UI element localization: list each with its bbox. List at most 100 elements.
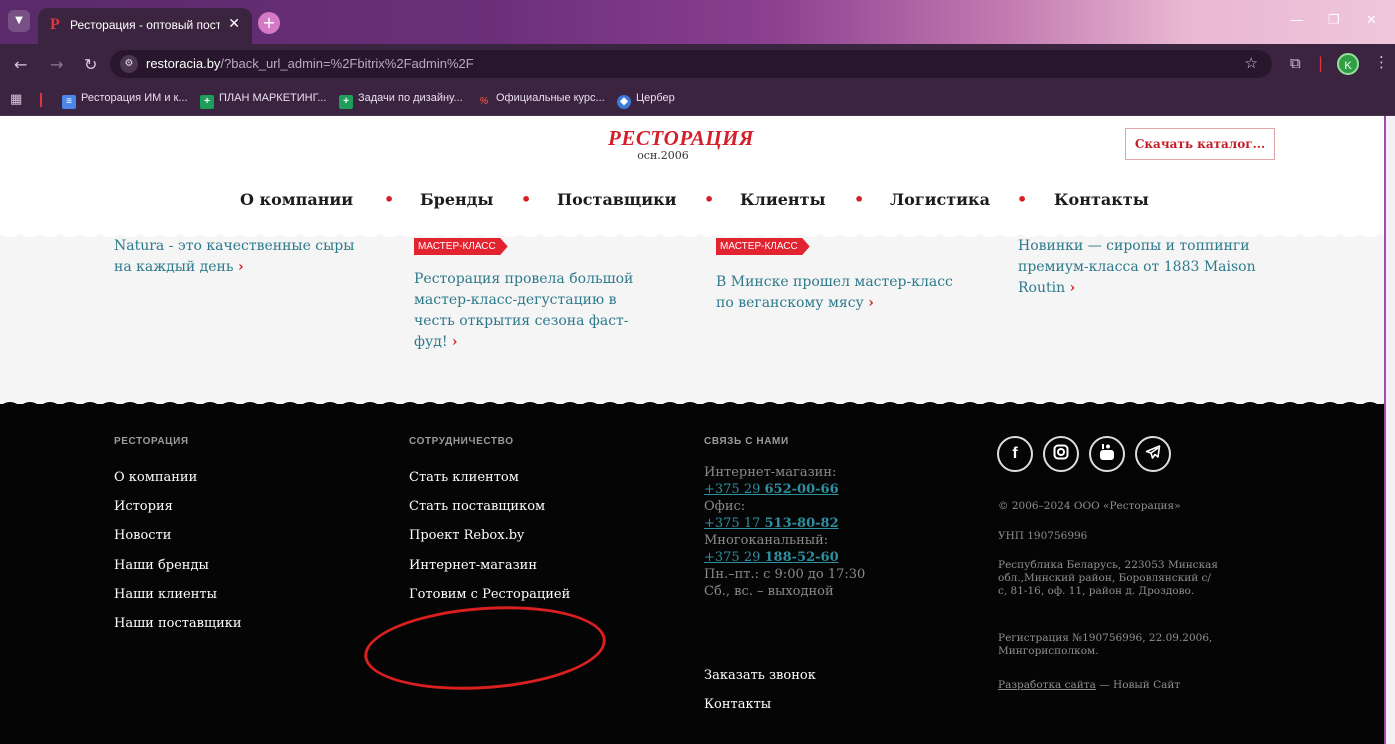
footer-link-suppliers[interactable]: Наши поставщики bbox=[114, 616, 242, 631]
maximize-icon[interactable]: ❐ bbox=[1328, 12, 1340, 28]
footer-link-history[interactable]: История bbox=[114, 499, 173, 514]
bookmark-item[interactable]: ≡ Ресторация ИМ и к... bbox=[62, 92, 188, 110]
bookmark-label: Задачи по дизайну... bbox=[358, 92, 463, 104]
sheets-icon: + bbox=[200, 95, 214, 109]
footer-heading-company: РЕСТОРАЦИЯ bbox=[114, 436, 189, 447]
back-icon[interactable]: ← bbox=[14, 55, 27, 74]
contacts-link[interactable]: Контакты bbox=[704, 697, 771, 712]
toolbar-divider: | bbox=[1318, 54, 1324, 72]
site-logo[interactable]: РЕСТОРАЦИЯ осн.2006 bbox=[608, 126, 753, 172]
nav-item-clients[interactable]: Клиенты bbox=[740, 190, 826, 209]
bookmark-item[interactable]: ◆ Цербер bbox=[617, 92, 675, 110]
nav-item-suppliers[interactable]: Поставщики bbox=[557, 190, 677, 209]
download-catalog-button[interactable]: Скачать каталог... bbox=[1125, 128, 1275, 160]
bookmark-item[interactable]: % Официальные курс... bbox=[477, 92, 605, 110]
bookmarks-bar: ▦ ≡ Ресторация ИМ и к... + ПЛАН МАРКЕТИНГ.… bbox=[0, 84, 1395, 116]
multichannel-label: Многоканальный: bbox=[704, 533, 829, 548]
extensions-icon[interactable]: ⧉ bbox=[1290, 54, 1301, 72]
url-text[interactable]: restoracia.by/?back_url_admin=%2Fbitrix%… bbox=[146, 56, 474, 71]
footer-link-brands[interactable]: Наши бренды bbox=[114, 558, 209, 573]
bookmark-item[interactable]: + ПЛАН МАРКЕТИНГ... bbox=[200, 92, 326, 110]
footer-heading-cooperation: СОТРУДНИЧЕСТВО bbox=[409, 436, 514, 447]
youtube-icon[interactable] bbox=[1089, 436, 1125, 472]
address-bar[interactable]: ⚙ restoracia.by/?back_url_admin=%2Fbitri… bbox=[110, 50, 1272, 78]
new-tab-button[interactable]: + bbox=[258, 12, 280, 34]
footer-link-clients[interactable]: Наши клиенты bbox=[114, 587, 217, 602]
minimize-icon[interactable]: — bbox=[1290, 12, 1303, 27]
browser-tab[interactable]: Р Ресторация - оптовый поставщ ✕ bbox=[38, 8, 252, 44]
news-title[interactable]: Новинки — сиропы и топпинги премиум-клас… bbox=[1018, 236, 1278, 299]
tab-close-icon[interactable]: ✕ bbox=[228, 16, 240, 32]
arrow-right-icon: › bbox=[451, 334, 458, 350]
telegram-glyph bbox=[1145, 445, 1161, 459]
footer-link-cooking[interactable]: Готовим с Ресторацией bbox=[409, 587, 570, 602]
nav-item-logistics[interactable]: Логистика bbox=[890, 190, 990, 209]
copyright-text: © 2006–2024 ООО «Ресторация» bbox=[998, 500, 1181, 512]
weekend-hours: Сб., вс. – выходной bbox=[704, 584, 834, 599]
multichannel-phone-link[interactable]: +375 29 188-52-60 bbox=[704, 549, 934, 566]
news-card[interactable]: МАСТЕР-КЛАСС В Минске прошел мастер-клас… bbox=[716, 238, 966, 318]
nav-item-brands[interactable]: Бренды bbox=[420, 190, 493, 209]
news-title[interactable]: В Минске прошел мастер-класс по веганско… bbox=[716, 272, 966, 314]
footer-link-rebox[interactable]: Проект Rebox.by bbox=[409, 528, 524, 543]
nav-item-contacts[interactable]: Контакты bbox=[1054, 190, 1149, 209]
nav-separator: • bbox=[384, 190, 395, 209]
news-badge: МАСТЕР-КЛАСС bbox=[716, 238, 810, 255]
office-phone-link[interactable]: +375 17 513-80-82 bbox=[704, 515, 934, 532]
callback-link[interactable]: Заказать звонок bbox=[704, 668, 816, 683]
tab-search-icon[interactable]: ▼ bbox=[8, 10, 30, 32]
bookmarks-divider bbox=[40, 93, 42, 107]
telegram-icon[interactable] bbox=[1135, 436, 1171, 472]
news-card[interactable]: Natura - это качественные сыры на каждый… bbox=[114, 236, 364, 296]
footer-contact-block: Интернет-магазин: +375 29 652-00-66 Офис… bbox=[704, 464, 934, 600]
browser-toolbar: ← → ↻ ⚙ restoracia.by/?back_url_admin=%2… bbox=[0, 44, 1395, 84]
footer-link-become-client[interactable]: Стать клиентом bbox=[409, 470, 519, 485]
developer-link[interactable]: Разработка сайта bbox=[998, 679, 1096, 691]
course-icon: % bbox=[479, 96, 489, 107]
arrow-right-icon: › bbox=[1069, 280, 1076, 296]
sheets-icon: + bbox=[339, 95, 353, 109]
apps-grid-icon[interactable]: ▦ bbox=[10, 92, 22, 107]
shop-label: Интернет-магазин: bbox=[704, 465, 837, 480]
window-close-icon[interactable]: ✕ bbox=[1366, 12, 1377, 28]
scrollbar-edge bbox=[1384, 116, 1386, 744]
nav-item-company[interactable]: О компании bbox=[240, 190, 353, 209]
shop-phone-link[interactable]: +375 29 652-00-66 bbox=[704, 481, 934, 498]
footer-link-shop[interactable]: Интернет-магазин bbox=[409, 558, 537, 573]
bookmark-label: ПЛАН МАРКЕТИНГ... bbox=[219, 92, 327, 104]
menu-kebab-icon[interactable]: ⋮ bbox=[1374, 53, 1389, 71]
site-header: РЕСТОРАЦИЯ осн.2006 Скачать каталог... О… bbox=[0, 116, 1384, 226]
news-title[interactable]: Natura - это качественные сыры на каждый… bbox=[114, 236, 374, 278]
arrow-right-icon: › bbox=[868, 295, 874, 311]
profile-avatar[interactable]: K bbox=[1337, 53, 1359, 75]
bookmark-item[interactable]: + Задачи по дизайну... bbox=[339, 92, 463, 110]
wave-divider-bottom bbox=[0, 402, 1384, 418]
reload-icon[interactable]: ↻ bbox=[84, 55, 97, 74]
bookmark-star-icon[interactable]: ☆ bbox=[1245, 54, 1258, 72]
nav-separator: • bbox=[1017, 190, 1028, 209]
news-title[interactable]: Ресторация провела большой мастер-класс-… bbox=[414, 269, 654, 353]
browser-tab-bar: ▼ Р Ресторация - оптовый поставщ ✕ + — ❐… bbox=[0, 0, 1395, 44]
bookmark-label: Ресторация ИМ и к... bbox=[81, 92, 188, 104]
news-card[interactable]: МАСТЕР-КЛАСС Ресторация провела большой … bbox=[414, 238, 664, 368]
bookmark-label: Официальные курс... bbox=[496, 92, 605, 104]
nav-separator: • bbox=[704, 190, 715, 209]
main-nav: О компании • Бренды • Поставщики • Клиен… bbox=[0, 190, 1384, 214]
docs-icon: ≡ bbox=[62, 95, 76, 109]
youtube-glyph bbox=[1100, 444, 1114, 460]
instagram-icon[interactable] bbox=[1043, 436, 1079, 472]
site-favicon-icon: Р bbox=[50, 16, 60, 33]
site-info-icon[interactable]: ⚙ bbox=[120, 55, 138, 73]
nav-separator: • bbox=[854, 190, 865, 209]
tab-title: Ресторация - оптовый поставщ bbox=[70, 18, 220, 32]
footer-link-news[interactable]: Новости bbox=[114, 528, 171, 543]
arrow-right-icon: › bbox=[237, 259, 244, 275]
news-card[interactable]: Новинки — сиропы и топпинги премиум-клас… bbox=[1018, 236, 1268, 306]
registration-text: Регистрация №190756996, 22.09.2006, Минг… bbox=[998, 632, 1213, 657]
footer-link-become-supplier[interactable]: Стать поставщиком bbox=[409, 499, 545, 514]
address-text: Республика Беларусь, 223053 Минская обл.… bbox=[998, 559, 1219, 597]
footer-link-about[interactable]: О компании bbox=[114, 470, 197, 485]
forward-icon[interactable]: → bbox=[50, 55, 63, 74]
facebook-icon[interactable]: f bbox=[997, 436, 1033, 472]
footer-heading-contact: СВЯЗЬ С НАМИ bbox=[704, 436, 789, 447]
